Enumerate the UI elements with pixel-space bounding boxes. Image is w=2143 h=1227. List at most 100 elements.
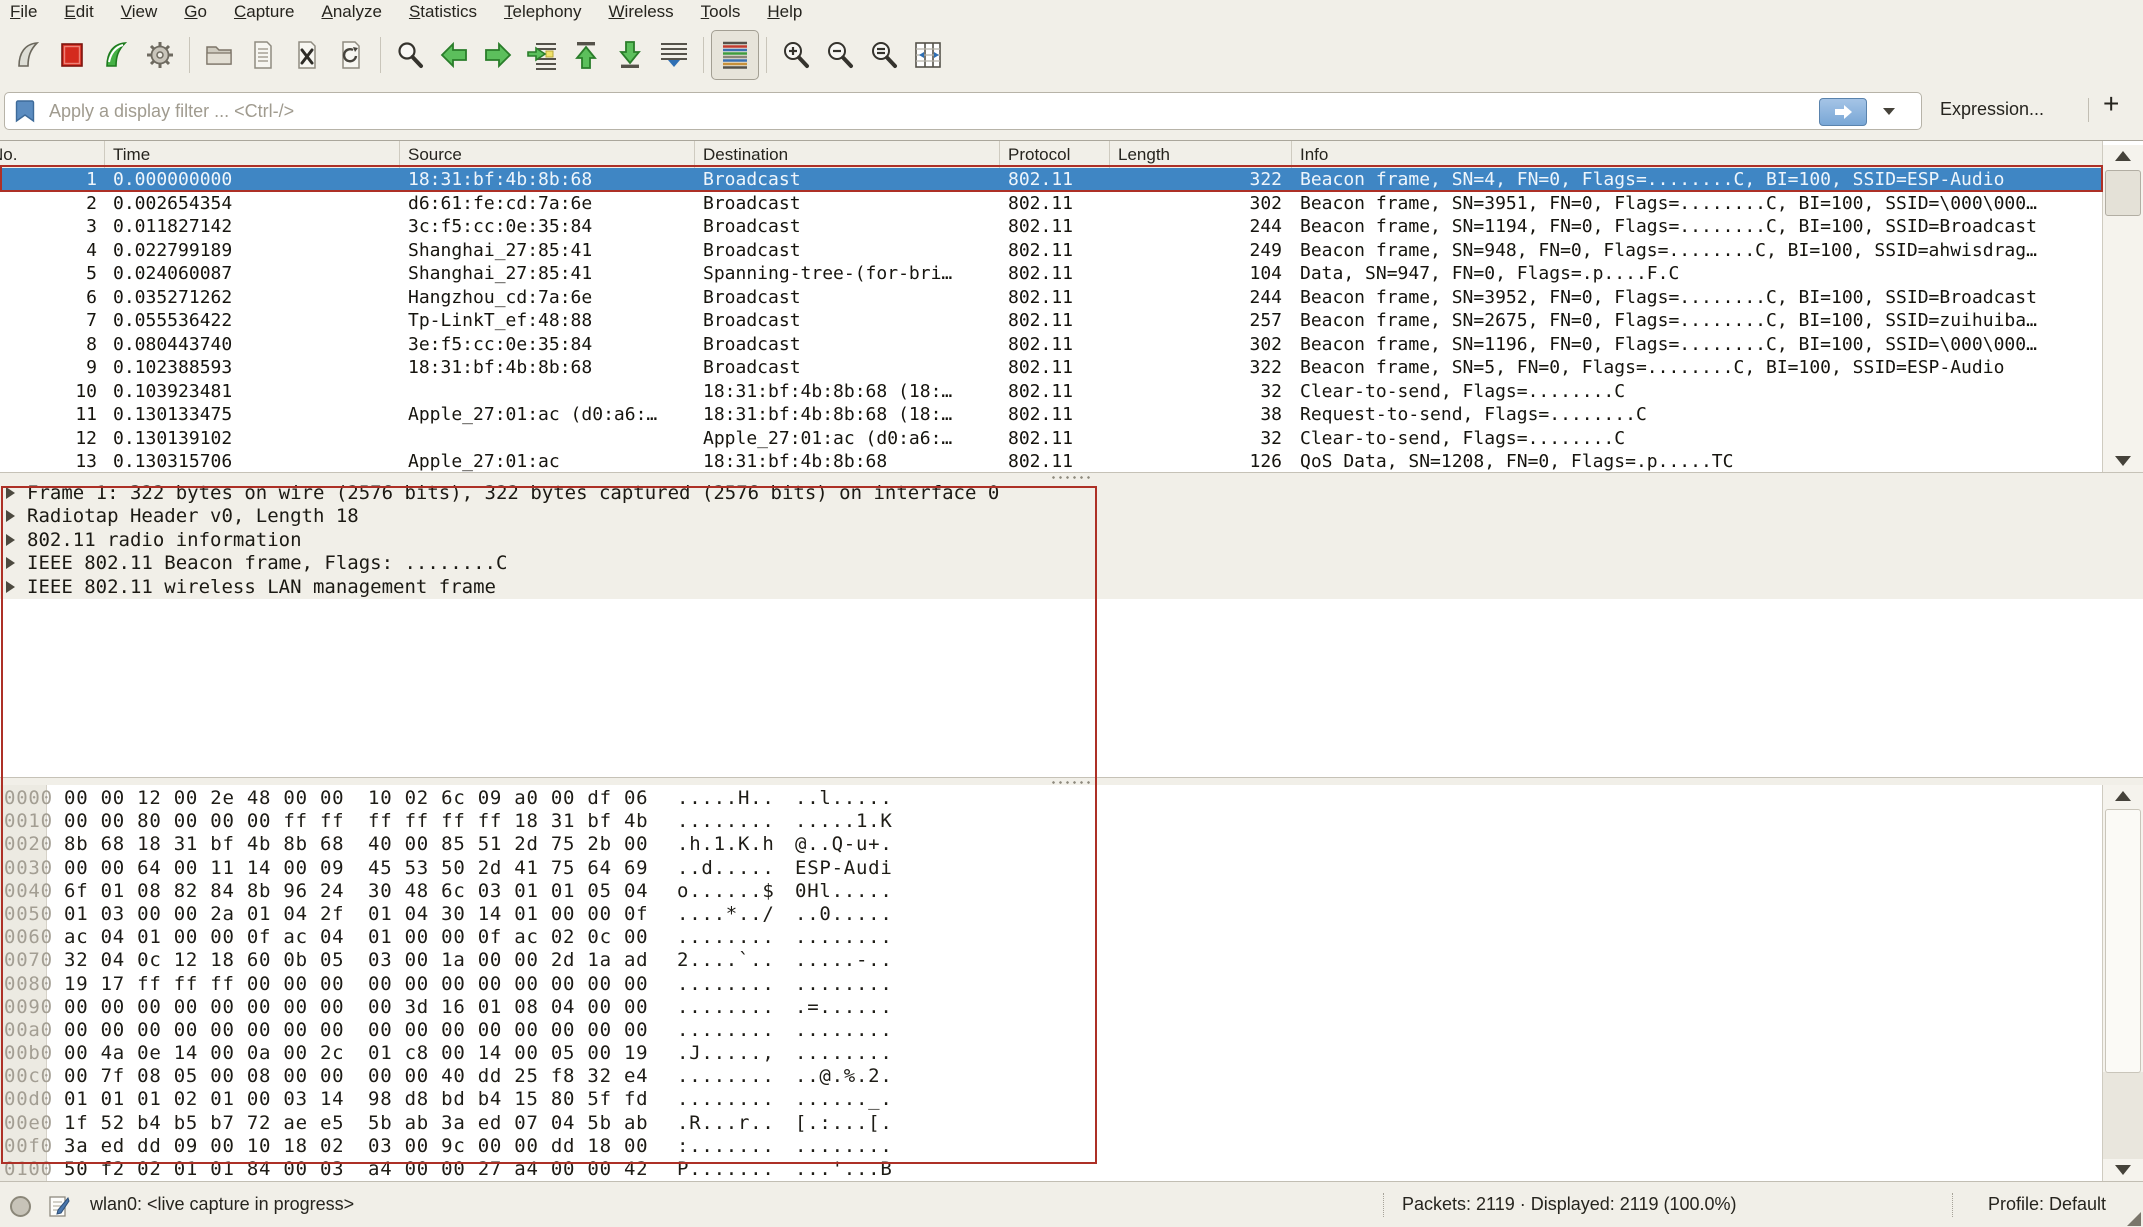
detail-row[interactable]: IEEE 802.11 Beacon frame, Flags: .......…: [0, 552, 2143, 576]
hex-scrollbar[interactable]: [2102, 785, 2143, 1181]
add-filter-button[interactable]: +: [2103, 88, 2119, 120]
save-file-button[interactable]: [241, 32, 285, 78]
column-header-destination[interactable]: Destination: [695, 141, 1000, 168]
expert-info-icon[interactable]: [10, 1196, 31, 1217]
column-header-protocol[interactable]: Protocol: [1000, 141, 1110, 168]
apply-filter-button[interactable]: [1819, 98, 1867, 126]
start-capture-button[interactable]: [6, 32, 50, 78]
packet-row[interactable]: 90.10238859318:31:bf:4b:8b:68Broadcast80…: [0, 356, 2103, 380]
column-header-no[interactable]: No.: [0, 141, 105, 168]
detail-row[interactable]: 802.11 radio information: [0, 528, 2143, 552]
column-header-source[interactable]: Source: [400, 141, 695, 168]
packet-row[interactable]: 70.055536422Tp-LinkT_ef:48:88Broadcast80…: [0, 309, 2103, 333]
scrollbar-trough[interactable]: [2103, 1072, 2143, 1159]
menu-tools[interactable]: Tools: [701, 2, 741, 22]
column-header-time[interactable]: Time: [105, 141, 400, 168]
bookmark-icon[interactable]: [15, 99, 37, 123]
detail-row[interactable]: Frame 1: 322 bytes on wire (2576 bits), …: [0, 481, 2143, 505]
colorize-packets-button[interactable]: [711, 30, 759, 80]
packet-row[interactable]: 10.00000000018:31:bf:4b:8b:68Broadcast80…: [0, 168, 2103, 192]
hex-row[interactable]: 00a000 00 00 00 00 00 00 0000 00 00 00 0…: [0, 1019, 2103, 1042]
resize-columns-button[interactable]: [906, 32, 950, 78]
window-resize-grip[interactable]: [2127, 1212, 2141, 1226]
packet-row[interactable]: 130.130315706Apple_27:01:ac18:31:bf:4b:8…: [0, 450, 2103, 473]
hex-row[interactable]: 00d001 01 01 02 01 00 03 1498 d8 bd b4 1…: [0, 1088, 2103, 1111]
go-last-packet-button[interactable]: [608, 32, 652, 78]
menu-wireless[interactable]: Wireless: [609, 2, 674, 22]
zoom-in-button[interactable]: [774, 32, 818, 78]
menu-help[interactable]: Help: [767, 2, 802, 22]
profile-text[interactable]: Profile: Default: [1988, 1194, 2106, 1215]
hex-row[interactable]: 007032 04 0c 12 18 60 0b 0503 00 1a 00 0…: [0, 949, 2103, 972]
scroll-down-arrow[interactable]: [2103, 1159, 2143, 1181]
zoom-out-button[interactable]: [818, 32, 862, 78]
capture-comment-icon[interactable]: [48, 1194, 70, 1218]
expander-triangle-icon[interactable]: [6, 534, 15, 546]
hex-row[interactable]: 00208b 68 18 31 bf 4b 8b 6840 00 85 51 2…: [0, 833, 2103, 856]
menu-go[interactable]: Go: [184, 2, 207, 22]
scroll-up-arrow[interactable]: [2103, 145, 2143, 167]
hex-row[interactable]: 008019 17 ff ff ff 00 00 0000 00 00 00 0…: [0, 973, 2103, 996]
packet-row[interactable]: 40.022799189Shanghai_27:85:41Broadcast80…: [0, 239, 2103, 263]
menu-edit[interactable]: Edit: [64, 2, 93, 22]
hex-row[interactable]: 009000 00 00 00 00 00 00 0000 3d 16 01 0…: [0, 996, 2103, 1019]
hex-row[interactable]: 005001 03 00 00 2a 01 04 2f01 04 30 14 0…: [0, 903, 2103, 926]
expander-triangle-icon[interactable]: [6, 487, 15, 499]
detail-row[interactable]: Radiotap Header v0, Length 18: [0, 505, 2143, 529]
menu-analyze[interactable]: Analyze: [321, 2, 381, 22]
hex-row[interactable]: 000000 00 12 00 2e 48 00 0010 02 6c 09 a…: [0, 787, 2103, 810]
hex-row[interactable]: 0060ac 04 01 00 00 0f ac 0401 00 00 0f a…: [0, 926, 2103, 949]
go-forward-button[interactable]: [476, 32, 520, 78]
packet-list-scrollbar[interactable]: [2102, 145, 2143, 473]
column-header-length[interactable]: Length: [1110, 141, 1292, 168]
packet-row[interactable]: 120.130139102Apple_27:01:ac (d0:a6:…802.…: [0, 427, 2103, 451]
packet-row[interactable]: 110.130133475Apple_27:01:ac (d0:a6:…18:3…: [0, 403, 2103, 427]
hex-row[interactable]: 00e01f 52 b4 b5 b7 72 ae e55b ab 3a ed 0…: [0, 1112, 2103, 1135]
scroll-down-arrow[interactable]: [2103, 450, 2143, 472]
go-first-packet-button[interactable]: [564, 32, 608, 78]
find-packet-button[interactable]: [388, 32, 432, 78]
expander-triangle-icon[interactable]: [6, 557, 15, 569]
packet-row[interactable]: 30.0118271423c:f5:cc:0e:35:84Broadcast80…: [0, 215, 2103, 239]
go-to-packet-button[interactable]: [520, 32, 564, 78]
expander-triangle-icon[interactable]: [6, 510, 15, 522]
splitter-grip[interactable]: [1050, 780, 1094, 785]
hex-row[interactable]: 003000 00 64 00 11 14 00 0945 53 50 2d 4…: [0, 857, 2103, 880]
auto-scroll-button[interactable]: [652, 32, 696, 78]
scrollbar-thumb[interactable]: [2105, 809, 2141, 1073]
menu-telephony[interactable]: Telephony: [504, 2, 582, 22]
packet-row[interactable]: 60.035271262Hangzhou_cd:7a:6eBroadcast80…: [0, 286, 2103, 310]
column-header-info[interactable]: Info: [1292, 141, 2103, 168]
scrollbar-thumb[interactable]: [2105, 170, 2141, 216]
go-back-button[interactable]: [432, 32, 476, 78]
reload-file-button[interactable]: [329, 32, 373, 78]
detail-row[interactable]: IEEE 802.11 wireless LAN management fram…: [0, 575, 2143, 599]
menu-statistics[interactable]: Statistics: [409, 2, 477, 22]
packet-row[interactable]: 80.0804437403e:f5:cc:0e:35:84Broadcast80…: [0, 333, 2103, 357]
packet-row[interactable]: 20.002654354d6:61:fe:cd:7a:6eBroadcast80…: [0, 192, 2103, 216]
hex-row[interactable]: 00b000 4a 0e 14 00 0a 00 2c01 c8 00 14 0…: [0, 1042, 2103, 1065]
menu-capture[interactable]: Capture: [234, 2, 294, 22]
open-file-button[interactable]: [197, 32, 241, 78]
menu-view[interactable]: View: [121, 2, 158, 22]
stop-capture-button[interactable]: [50, 32, 94, 78]
expression-button[interactable]: Expression...: [1940, 99, 2044, 120]
expander-triangle-icon[interactable]: [6, 581, 15, 593]
hex-row[interactable]: 00f03a ed dd 09 00 10 18 0203 00 9c 00 0…: [0, 1135, 2103, 1158]
wireshark-window: File Edit View Go Capture Analyze Statistics Te…: [0, 0, 2143, 1227]
display-filter-input[interactable]: [47, 94, 1811, 128]
restart-capture-button[interactable]: [94, 32, 138, 78]
menu-file[interactable]: File: [10, 2, 37, 22]
packet-row[interactable]: 50.024060087Shanghai_27:85:41Spanning-tr…: [0, 262, 2103, 286]
hex-row[interactable]: 00406f 01 08 82 84 8b 96 2430 48 6c 03 0…: [0, 880, 2103, 903]
packet-row[interactable]: 100.10392348118:31:bf:4b:8b:68 (18:…802.…: [0, 380, 2103, 404]
close-file-button[interactable]: [285, 32, 329, 78]
hex-row[interactable]: 001000 00 80 00 00 00 ff ffff ff ff ff 1…: [0, 810, 2103, 833]
zoom-reset-button[interactable]: [862, 32, 906, 78]
scroll-up-arrow[interactable]: [2103, 785, 2143, 807]
hex-row[interactable]: 00c000 7f 08 05 00 08 00 0000 00 40 dd 2…: [0, 1065, 2103, 1088]
hex-row[interactable]: 010050 f2 02 01 01 84 00 03a4 00 00 27 a…: [0, 1158, 2103, 1181]
capture-options-button[interactable]: [138, 32, 182, 78]
filter-dropdown-caret[interactable]: [1883, 108, 1895, 115]
splitter-grip[interactable]: [1050, 475, 1094, 480]
